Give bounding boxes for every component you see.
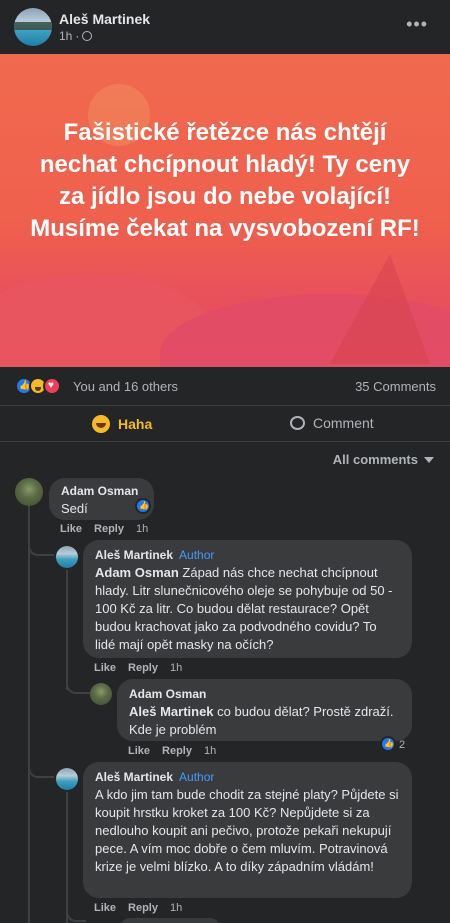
commenter-avatar[interactable] [15,478,43,506]
haha-button[interactable]: Haha [92,415,152,433]
comment-button-label: Comment [313,415,374,431]
thread-connector [28,760,54,778]
post-time[interactable]: 1h [59,29,72,43]
mention-link[interactable]: Aleš Martinek [129,704,214,719]
comment-bubble: Aleš Martinek Author Adam Osman Západ nás… [83,540,412,658]
comment-text: Sedí [61,501,88,516]
comment-like-button[interactable]: Like [128,745,150,757]
author-badge: Author [179,770,215,784]
comment-like-button[interactable]: Like [60,523,82,535]
caret-down-icon [424,456,434,463]
comments-count-link[interactable]: 35 Comments [355,379,436,394]
comment-like-button[interactable]: Like [94,662,116,674]
thread-line [66,792,68,923]
comment-bubble: Aleš Martinek Author A kdo jim tam bude c… [83,762,412,898]
author-avatar[interactable] [14,8,52,46]
comment-icon [290,416,305,430]
comment-reply-button[interactable]: Reply [162,745,192,757]
comment-author[interactable]: Aleš Martinek [95,770,173,784]
comment-time[interactable]: 1h [204,745,216,757]
comment-bubble: Adam Osman Aleš Martinek co budou dělat?… [117,679,412,741]
comment-time[interactable]: 1h [136,523,148,535]
mention-link[interactable]: Adam Osman [95,565,179,580]
comment-actions: Like Reply 1h [94,662,182,674]
post-action-bar: Haha Comment [0,405,450,441]
author-badge: Author [179,548,215,562]
comment-author-line: Aleš Martinek Author [95,548,400,562]
comment-bubble-partial [120,918,220,923]
post-header: Aleš Martinek 1h · ••• [0,0,450,54]
haha-icon [92,415,110,433]
reactions-summary-text[interactable]: You and 16 others [73,379,178,394]
comment-reply-button[interactable]: Reply [128,662,158,674]
sort-label: All comments [332,452,418,467]
love-reaction-icon [43,377,61,395]
comment-author-line: Aleš Martinek Author [95,770,400,784]
comment-like-button[interactable]: Like [94,902,116,914]
comment-text: Adam Osman Západ nás chce nechat chcípno… [95,565,393,652]
comment-time[interactable]: 1h [170,662,182,674]
post-image[interactable]: Fašistické řetězce nás chtějí nechat chc… [0,54,450,367]
more-options-icon[interactable]: ••• [406,14,428,35]
commenter-avatar[interactable] [56,768,78,790]
comment-actions: Like Reply 1h [128,745,216,757]
comments-section: All comments Adam Osman Sedí Like Reply … [0,441,450,923]
comment-reaction-count[interactable]: 2 [399,739,405,751]
comment-like-reaction-icon[interactable] [135,498,151,514]
reaction-icons[interactable] [15,377,61,395]
comment-like-reaction-icon[interactable] [380,736,396,752]
thread-connector [66,678,90,694]
thread-connector [28,538,54,556]
commenter-avatar[interactable] [56,546,78,568]
comment-reply-button[interactable]: Reply [128,902,158,914]
comment-author[interactable]: Aleš Martinek [95,548,173,562]
comment-text: A kdo jim tam bude chodit za stejné plat… [95,787,399,874]
comment-author[interactable]: Adam Osman [129,687,400,701]
comment-author[interactable]: Adam Osman [61,484,142,498]
thread-connector [66,908,86,922]
triangle-decoration [330,254,430,364]
comment-time[interactable]: 1h [170,902,182,914]
post-author-name[interactable]: Aleš Martinek [59,11,150,27]
comments-sort-dropdown[interactable]: All comments [333,452,434,467]
comment-reply-button[interactable]: Reply [94,523,124,535]
thread-line [28,504,30,923]
globe-icon [82,31,93,41]
post-image-text: Fašistické řetězce nás chtějí nechat chc… [30,119,420,242]
haha-button-label: Haha [118,416,153,432]
comment-text: Aleš Martinek co budou dělat? Prostě zdr… [129,704,394,737]
comment-button[interactable]: Comment [290,415,374,431]
reactions-summary: You and 16 others 35 Comments [0,367,450,405]
comment-actions: Like Reply 1h [60,523,148,535]
comment-actions: Like Reply 1h [94,902,182,914]
post-meta: 1h · [59,29,93,43]
thread-line [66,570,68,690]
commenter-avatar[interactable] [90,683,112,705]
